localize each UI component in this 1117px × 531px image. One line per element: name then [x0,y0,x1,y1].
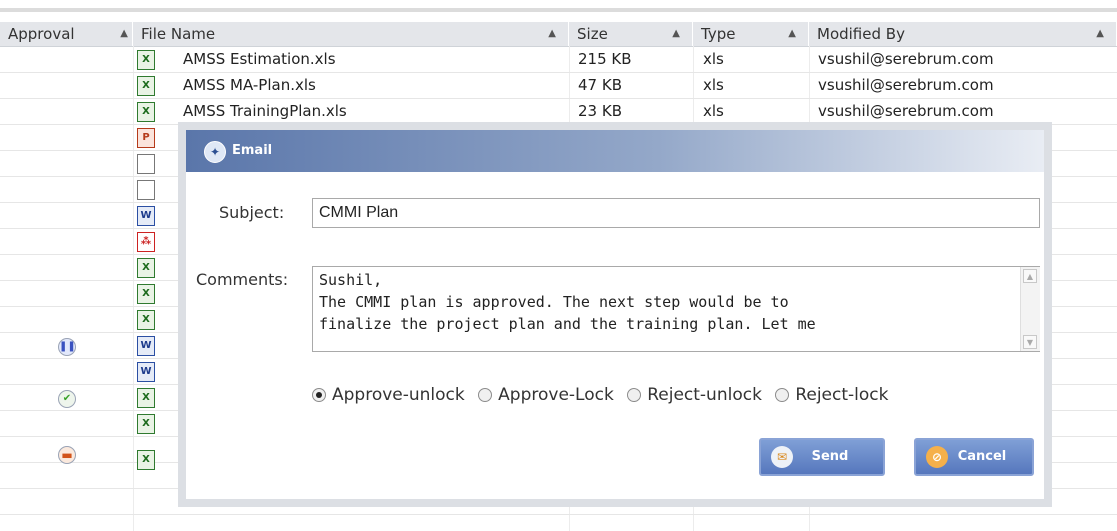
column-header-size[interactable]: Size ▲ [569,22,693,46]
table-row[interactable]: AMSS Estimation.xls 215 KB xls vsushil@s… [0,46,1117,73]
file-grid-header: Approval ▲ File Name ▲ Size ▲ Type ▲ Mod… [0,22,1117,47]
excel-file-icon: X [137,414,155,434]
dialog-title: Email [232,143,273,158]
word-file-icon: W [137,362,155,382]
radio-reject-lock[interactable] [775,388,790,402]
comments-textarea[interactable]: Sushil, The CMMI plan is approved. The n… [312,266,1040,352]
excel-file-icon: X [137,50,155,70]
modified-by-cell: vsushil@serebrum.com [818,76,994,94]
approved-icon[interactable]: ✔ [58,390,76,408]
table-row[interactable]: AMSS MA-Plan.xls 47 KB xls vsushil@sereb… [0,72,1117,99]
scroll-up-icon[interactable]: ▲ [1023,269,1037,283]
file-name-cell[interactable]: AMSS MA-Plan.xls [183,72,316,98]
scroll-down-icon[interactable]: ▼ [1023,335,1037,349]
excel-file-icon: X [137,450,155,470]
excel-file-icon: X [137,102,155,122]
radio-label[interactable]: Reject-lock [795,385,888,405]
type-cell: xls [703,50,724,68]
email-dialog: ✦ Email Subject: Comments: Sushil, The C… [178,122,1052,507]
modified-by-cell: vsushil@serebrum.com [818,102,994,120]
locked-icon[interactable]: ▬ [58,446,76,464]
type-cell: xls [703,76,724,94]
blank-file-icon [137,154,155,174]
cancel-button[interactable]: ⊘ Cancel [914,438,1034,476]
top-border [0,8,1117,12]
size-cell: 215 KB [578,50,632,68]
sort-ascending-icon[interactable]: ▲ [1096,22,1104,46]
send-button[interactable]: ✉ Send [759,438,885,476]
excel-file-icon: X [137,284,155,304]
file-name-cell[interactable]: AMSS Estimation.xls [183,46,336,72]
compass-icon: ✦ [204,141,226,163]
subject-input[interactable] [312,198,1040,228]
radio-approve-unlock[interactable] [312,388,326,402]
approval-options: Approve-unlock Approve-Lock Reject-unloc… [312,385,896,415]
dialog-title-bar[interactable]: ✦ Email [186,130,1044,172]
blank-file-icon [137,180,155,200]
excel-file-icon: X [137,310,155,330]
column-header-file-name[interactable]: File Name ▲ [133,22,569,46]
word-file-icon: W [137,336,155,356]
word-file-icon: W [137,206,155,226]
column-header-approval[interactable]: Approval ▲ [0,22,133,46]
sort-ascending-icon[interactable]: ▲ [548,22,556,46]
sort-ascending-icon[interactable]: ▲ [120,22,128,46]
size-cell: 47 KB [578,76,622,94]
sort-ascending-icon[interactable]: ▲ [788,22,796,46]
type-cell: xls [703,102,724,120]
excel-file-icon: X [137,388,155,408]
pending-icon[interactable]: ❚❚ [58,338,76,356]
sort-ascending-icon[interactable]: ▲ [672,22,680,46]
excel-file-icon: X [137,76,155,96]
pdf-file-icon: ⁂ [137,232,155,252]
size-cell: 23 KB [578,102,622,120]
radio-label[interactable]: Approve-Lock [498,385,614,405]
excel-file-icon: X [137,258,155,278]
table-row[interactable]: AMSS TrainingPlan.xls 23 KB xls vsushil@… [0,98,1117,125]
powerpoint-file-icon: P [137,128,155,148]
comments-label: Comments: [196,270,289,289]
radio-approve-lock[interactable] [478,388,493,402]
radio-reject-unlock[interactable] [627,388,642,402]
comments-scrollbar[interactable]: ▲ ▼ [1020,267,1040,351]
radio-label[interactable]: Reject-unlock [647,385,762,405]
file-name-cell[interactable]: AMSS TrainingPlan.xls [183,98,347,124]
column-header-modified-by[interactable]: Modified By ▲ [809,22,1117,46]
modified-by-cell: vsushil@serebrum.com [818,50,994,68]
subject-label: Subject: [219,203,285,222]
radio-label[interactable]: Approve-unlock [332,385,465,405]
column-header-type[interactable]: Type ▲ [693,22,809,46]
